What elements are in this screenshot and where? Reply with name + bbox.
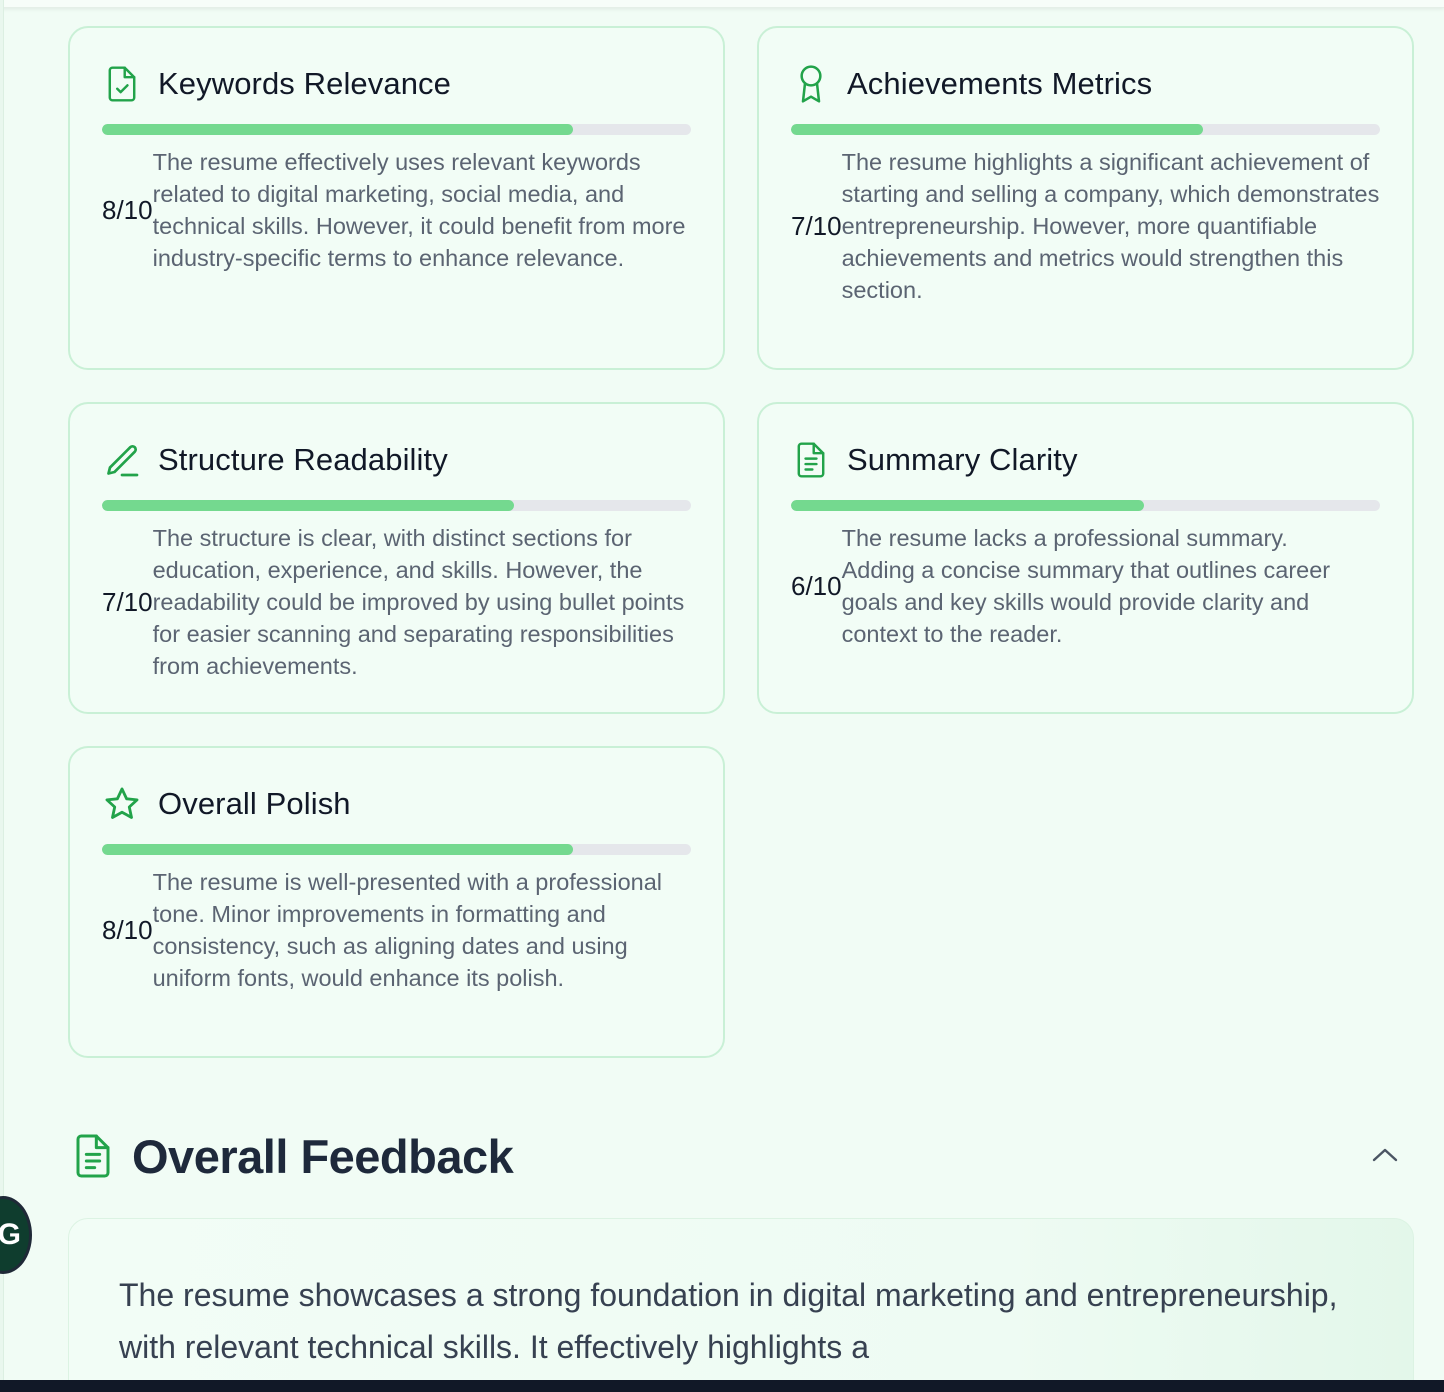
score-progress-fill: [102, 124, 574, 135]
file-check-icon: [102, 64, 142, 104]
score-value: 7/10: [791, 210, 842, 241]
top-bar-edge: [0, 0, 1444, 8]
card-title: Summary Clarity: [847, 442, 1078, 477]
section-title: Overall Feedback: [132, 1129, 514, 1183]
bottom-bar: [0, 1380, 1444, 1392]
score-progress-fill: [791, 500, 1145, 511]
grammarly-button[interactable]: G: [0, 1196, 32, 1274]
score-progress-bar: [102, 124, 691, 135]
score-progress-fill: [102, 500, 515, 511]
score-value: 8/10: [102, 194, 153, 225]
grammarly-icon: G: [0, 1218, 21, 1251]
card-description: The resume is well-presented with a prof…: [152, 869, 663, 991]
overall-feedback-header[interactable]: Overall Feedback: [72, 1126, 1412, 1186]
file-text-icon: [72, 1130, 114, 1182]
page: Keywords Relevance 8/10 The resume effec…: [0, 0, 1444, 1392]
score-value: 8/10: [102, 914, 153, 945]
star-icon: [102, 784, 142, 824]
left-edge: [0, 0, 4, 1392]
score-progress-bar: [791, 500, 1380, 511]
pencil-icon: [102, 440, 142, 480]
score-value: 6/10: [791, 570, 842, 601]
score-progress-fill: [791, 124, 1204, 135]
file-text-icon: [791, 440, 831, 480]
score-progress-bar: [791, 124, 1380, 135]
overall-feedback-text: The resume showcases a strong foundation…: [119, 1277, 1338, 1365]
card-description: The resume lacks a professional summary.…: [841, 525, 1331, 647]
card-description: The resume highlights a significant achi…: [841, 149, 1380, 303]
score-progress-bar: [102, 500, 691, 511]
score-card-structure-readability: Structure Readability 7/10 The structure…: [68, 402, 725, 714]
card-description: The resume effectively uses relevant key…: [152, 149, 686, 271]
score-card-summary-clarity: Summary Clarity 6/10 The resume lacks a …: [757, 402, 1414, 714]
score-card-keywords-relevance: Keywords Relevance 8/10 The resume effec…: [68, 26, 725, 370]
card-title: Achievements Metrics: [847, 66, 1153, 101]
overall-feedback-panel: The resume showcases a strong foundation…: [68, 1218, 1414, 1392]
card-title: Keywords Relevance: [158, 66, 452, 101]
score-value: 7/10: [102, 586, 153, 617]
score-progress-fill: [102, 844, 574, 855]
card-description: The structure is clear, with distinct se…: [152, 525, 685, 679]
card-title: Overall Polish: [158, 786, 351, 821]
award-icon: [791, 64, 831, 104]
card-title: Structure Readability: [158, 442, 448, 477]
score-card-overall-polish: Overall Polish 8/10 The resume is well-p…: [68, 746, 725, 1058]
score-card-achievements-metrics: Achievements Metrics 7/10 The resume hig…: [757, 26, 1414, 370]
chevron-up-icon[interactable]: [1368, 1138, 1402, 1172]
score-progress-bar: [102, 844, 691, 855]
